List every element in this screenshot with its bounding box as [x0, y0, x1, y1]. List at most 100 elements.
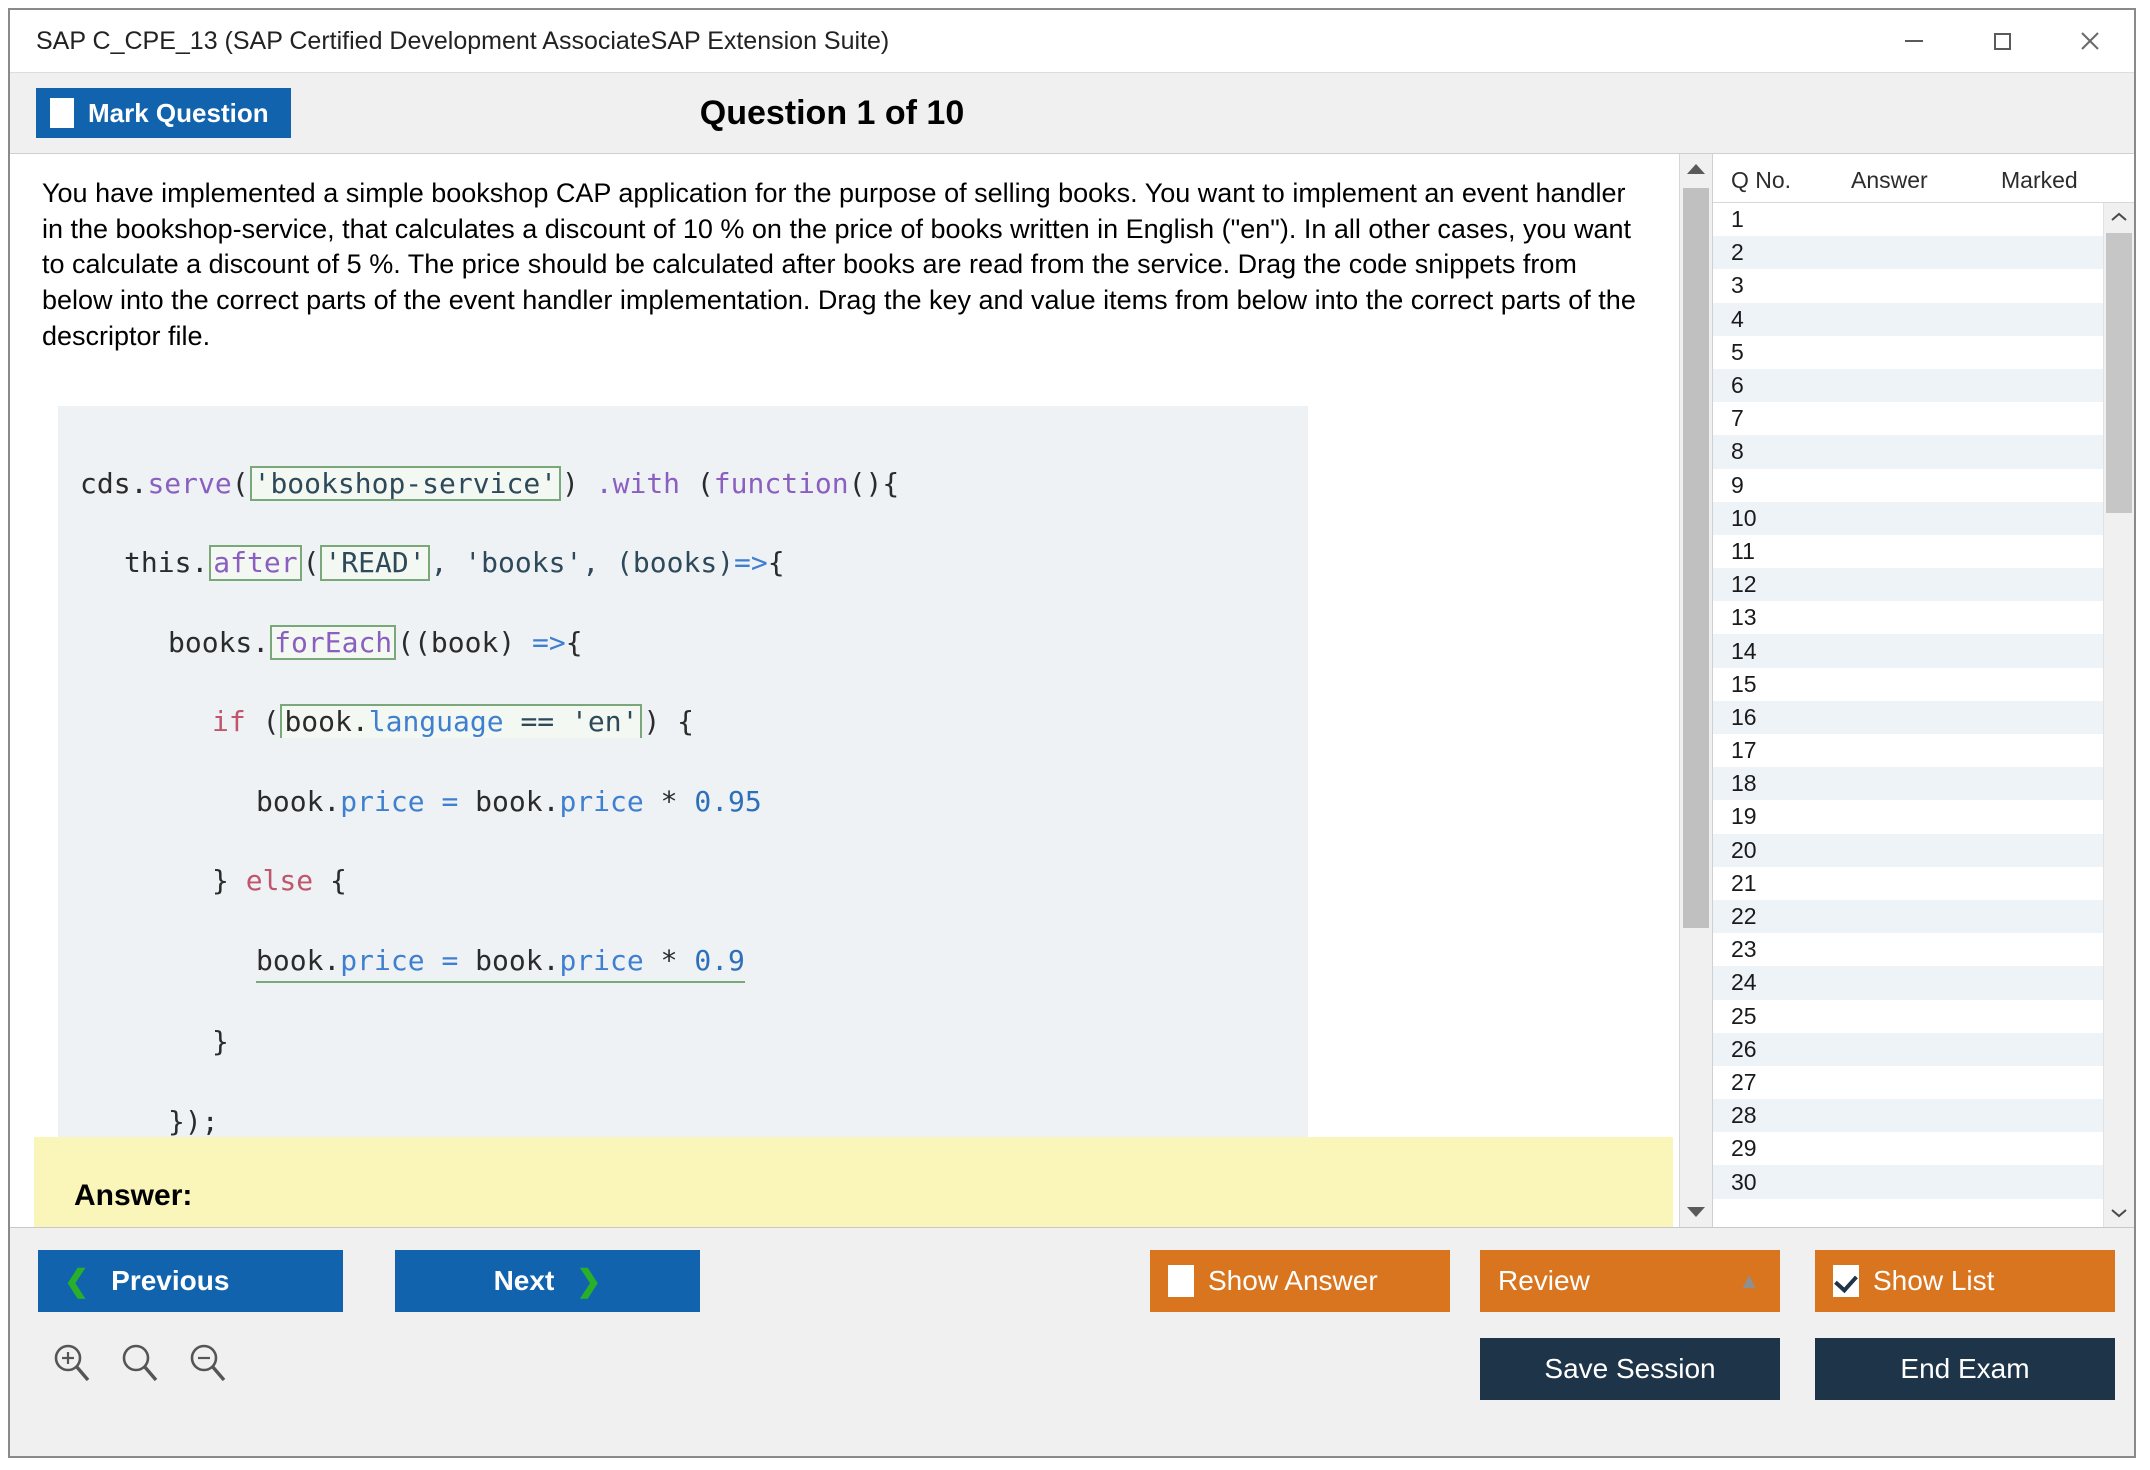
code-token: 0.9 [694, 944, 745, 977]
question-list-row[interactable]: 20 [1713, 834, 2103, 867]
question-list-row[interactable]: 17 [1713, 734, 2103, 767]
show-answer-checkbox[interactable] [1168, 1265, 1194, 1297]
question-list-row[interactable]: 15 [1713, 668, 2103, 701]
question-list-row[interactable]: 16 [1713, 701, 2103, 734]
show-answer-button[interactable]: Show Answer [1150, 1250, 1450, 1312]
code-slot-service-name[interactable]: 'bookshop-service' [250, 466, 561, 501]
question-list-row[interactable]: 8 [1713, 435, 2103, 468]
question-number: 25 [1713, 1003, 1833, 1030]
question-list-row[interactable]: 9 [1713, 469, 2103, 502]
question-list-row[interactable]: 11 [1713, 535, 2103, 568]
question-number: 3 [1713, 272, 1833, 299]
mark-question-button[interactable]: Mark Question [36, 88, 291, 138]
minimize-icon[interactable] [1870, 10, 1958, 72]
code-line-8: } [58, 1022, 1308, 1062]
question-number: 12 [1713, 571, 1833, 598]
question-list-row[interactable]: 21 [1713, 867, 2103, 900]
question-number: 18 [1713, 770, 1833, 797]
question-number: 11 [1713, 538, 1833, 565]
question-number: 22 [1713, 903, 1833, 930]
zoom-out-icon[interactable] [186, 1340, 230, 1389]
code-line-2: this.after('READ', 'books', (books)=>{ [58, 543, 1308, 583]
code-line-9: }); [58, 1102, 1308, 1137]
question-list-row[interactable]: 26 [1713, 1033, 2103, 1066]
scroll-up-icon[interactable] [1680, 154, 1712, 184]
question-list-row[interactable]: 2 [1713, 236, 2103, 269]
code-slot-condition[interactable]: book.language == 'en' [280, 704, 642, 737]
chevron-left-icon: ❮ [64, 1264, 89, 1299]
maximize-icon[interactable] [1958, 10, 2046, 72]
scrollbar-thumb[interactable] [1683, 188, 1709, 928]
code-token: function [714, 467, 849, 500]
list-scroll-up-icon[interactable] [2104, 203, 2134, 231]
answer-bar: Answer: [34, 1137, 1673, 1227]
next-button[interactable]: Next ❯ [395, 1250, 700, 1312]
mark-question-checkbox[interactable] [50, 98, 74, 128]
question-list-row[interactable]: 27 [1713, 1066, 2103, 1099]
scroll-down-icon[interactable] [1680, 1197, 1712, 1227]
question-list-row[interactable]: 4 [1713, 303, 2103, 336]
question-number: 19 [1713, 803, 1833, 830]
question-number: 6 [1713, 372, 1833, 399]
list-scroll-down-icon[interactable] [2104, 1199, 2134, 1227]
question-list-row[interactable]: 24 [1713, 966, 2103, 999]
question-list-row[interactable]: 10 [1713, 502, 2103, 535]
question-counter: Question 1 of 10 [10, 94, 2134, 133]
question-list-row[interactable]: 23 [1713, 933, 2103, 966]
code-exercise: cds.serve('bookshop-service') .with (fun… [58, 406, 1308, 1137]
zoom-in-icon[interactable] [50, 1340, 94, 1389]
title-bar: SAP C_CPE_13 (SAP Certified Development … [10, 10, 2134, 72]
question-list-row[interactable]: 5 [1713, 336, 2103, 369]
code-token: = [425, 944, 476, 977]
question-list-row[interactable]: 14 [1713, 634, 2103, 667]
question-list-row[interactable]: 7 [1713, 402, 2103, 435]
code-token: price [340, 785, 424, 818]
question-number: 16 [1713, 704, 1833, 731]
question-list-row[interactable]: 25 [1713, 1000, 2103, 1033]
zoom-controls [50, 1340, 230, 1389]
question-list-row[interactable]: 22 [1713, 900, 2103, 933]
question-list-row[interactable]: 1 [1713, 203, 2103, 236]
previous-button[interactable]: ❮ Previous [38, 1250, 343, 1312]
end-exam-button[interactable]: End Exam [1815, 1338, 2115, 1400]
question-list-scrollbar[interactable] [2103, 203, 2134, 1227]
question-list-row[interactable]: 12 [1713, 568, 2103, 601]
question-list-row[interactable]: 13 [1713, 601, 2103, 634]
code-line-3: books.forEach((book) =>{ [58, 623, 1308, 663]
content-vertical-scrollbar[interactable] [1679, 154, 1712, 1227]
close-icon[interactable] [2046, 10, 2134, 72]
code-token: ) { [643, 705, 694, 738]
question-list-row[interactable]: 29 [1713, 1132, 2103, 1165]
code-slot-read[interactable]: 'READ' [320, 545, 429, 580]
next-label: Next [494, 1265, 555, 1297]
question-list-row[interactable]: 6 [1713, 369, 2103, 402]
chevron-right-icon: ❯ [576, 1264, 601, 1299]
show-list-label: Show List [1873, 1265, 1994, 1297]
show-list-checkbox[interactable] [1833, 1265, 1859, 1297]
code-token: * [644, 785, 695, 818]
code-token: book. [284, 705, 368, 738]
code-slot-after[interactable]: after [209, 545, 301, 580]
code-token: => [532, 626, 566, 659]
zoom-reset-icon[interactable] [118, 1340, 162, 1389]
question-list-row[interactable]: 30 [1713, 1165, 2103, 1198]
review-dropdown[interactable]: Review ▲ [1480, 1250, 1780, 1312]
question-list-row[interactable]: 28 [1713, 1099, 2103, 1132]
show-list-button[interactable]: Show List [1815, 1250, 2115, 1312]
code-slot-foreach[interactable]: forEach [270, 625, 396, 660]
question-list-row[interactable]: 18 [1713, 767, 2103, 800]
code-token: { [313, 864, 347, 897]
question-list-row[interactable]: 19 [1713, 800, 2103, 833]
question-list-row[interactable]: 3 [1713, 269, 2103, 302]
code-line-6: } else { [58, 861, 1308, 901]
question-list-header: Q No. Answer Marked [1713, 154, 2134, 203]
code-block: cds.serve('bookshop-service') .with (fun… [58, 406, 1308, 1137]
code-token: }); [168, 1105, 219, 1137]
code-slot-else-expr[interactable]: book.price = book.price * 0.9 [256, 941, 745, 983]
column-header-qno: Q No. [1713, 167, 1851, 194]
code-token: ( [697, 467, 714, 500]
save-session-button[interactable]: Save Session [1480, 1338, 1780, 1400]
column-header-answer: Answer [1851, 167, 2001, 194]
question-number: 17 [1713, 737, 1833, 764]
list-scrollbar-thumb[interactable] [2106, 233, 2132, 513]
